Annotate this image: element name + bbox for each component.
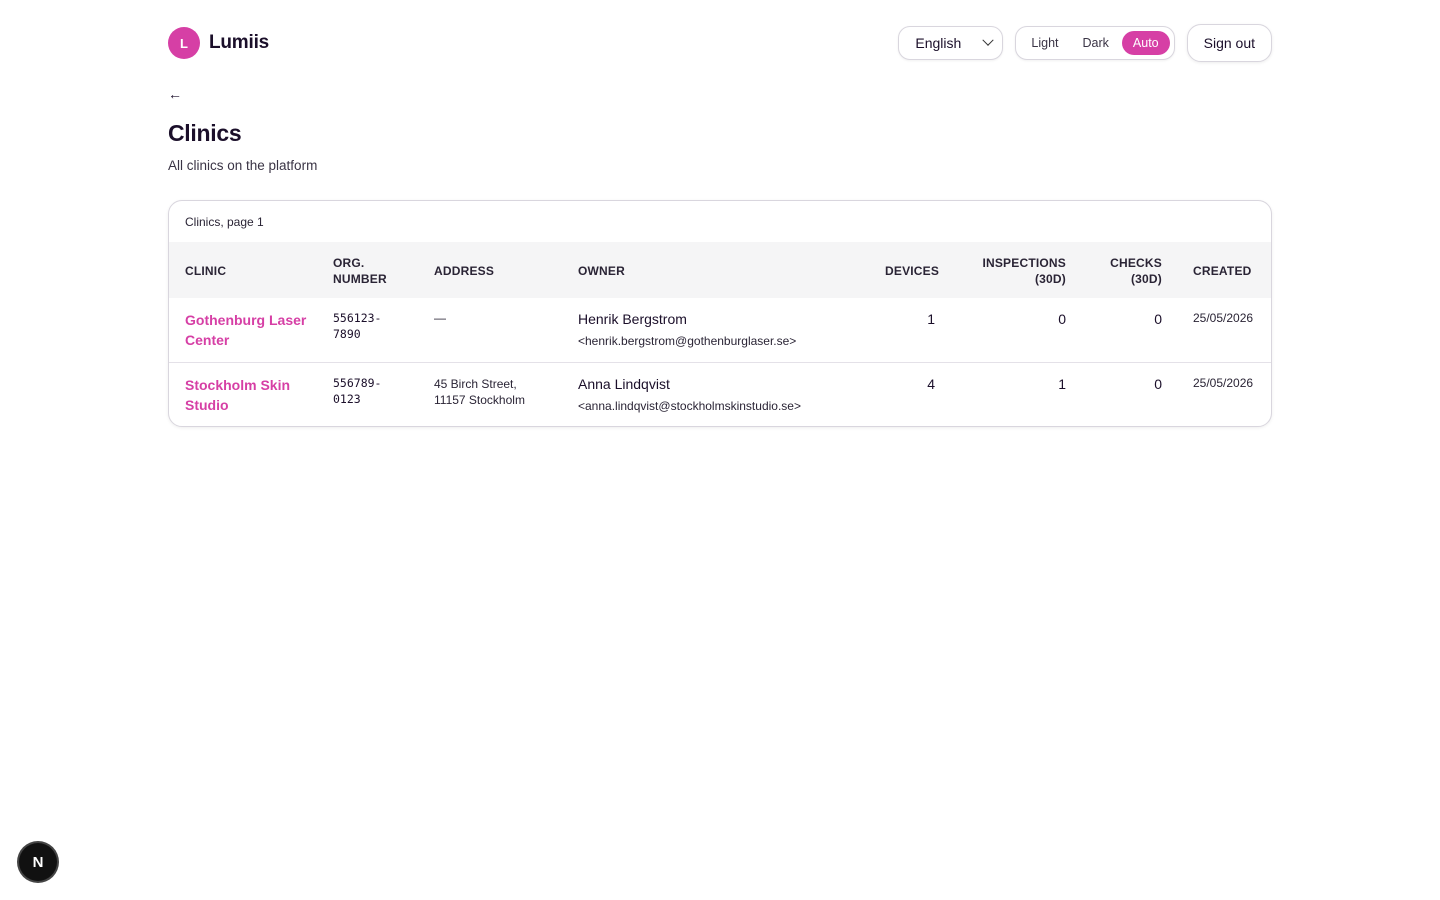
col-inspections: INSPECTIONS (30D) <box>982 256 1066 286</box>
sign-out-button[interactable]: Sign out <box>1186 24 1272 62</box>
table-row[interactable]: Stockholm Skin Studio 556789-0123 45 Bir… <box>169 363 1271 426</box>
created-date: 25/05/2026 <box>1193 376 1254 390</box>
col-devices: DEVICES <box>885 264 940 278</box>
inspections-count: 1 <box>1058 376 1066 392</box>
table-caption: Clinics, page 1 <box>185 215 264 229</box>
devices-count: 1 <box>927 311 935 327</box>
owner-email: <henrik.bergstrom@gothenburglaser.se> <box>578 334 797 348</box>
theme-option-dark[interactable]: Dark <box>1072 31 1120 55</box>
clinic-link[interactable]: Stockholm Skin Studio <box>185 375 315 415</box>
table-row[interactable]: Gothenburg Laser Center 556123-7890 — He… <box>169 298 1271 362</box>
address: 45 Birch Street, 11157 Stockholm <box>434 377 525 407</box>
devices-count: 4 <box>927 376 935 392</box>
clinic-link[interactable]: Gothenburg Laser Center <box>185 310 315 350</box>
col-owner: OWNER <box>578 264 625 278</box>
theme-option-auto[interactable]: Auto <box>1121 31 1170 55</box>
brand-name: Lumiis <box>209 32 270 53</box>
checks-count: 0 <box>1154 311 1162 327</box>
owner-email: <anna.lindqvist@stockholmskinstudio.se> <box>578 399 801 413</box>
header-controls: English Light Dark Auto Sign out <box>898 24 1272 62</box>
org-number: 556789-0123 <box>333 376 382 406</box>
language-select-value: English <box>915 35 962 51</box>
theme-option-light[interactable]: Light <box>1020 31 1069 55</box>
brand-logo: L <box>168 27 200 59</box>
col-clinic: CLINIC <box>185 264 227 278</box>
brand[interactable]: L Lumiis <box>168 27 269 59</box>
inspections-count: 0 <box>1058 311 1066 327</box>
theme-switcher: Light Dark Auto <box>1015 26 1175 60</box>
page-subtitle: All clinics on the platform <box>168 158 318 173</box>
created-date: 25/05/2026 <box>1193 311 1254 325</box>
devtools-badge[interactable]: N <box>19 843 57 881</box>
top-bar: L Lumiis English Light Dark Auto Sign ou… <box>168 24 1272 62</box>
col-created: CREATED <box>1193 264 1252 278</box>
col-address: ADDRESS <box>434 264 495 278</box>
language-select[interactable]: English <box>898 26 1004 60</box>
col-checks: CHECKS (30D) <box>1110 256 1162 286</box>
owner-name: Henrik Bergstrom <box>578 311 687 327</box>
checks-count: 0 <box>1154 376 1162 392</box>
col-org-number: ORG. NUMBER <box>333 256 387 286</box>
clinics-table: Clinics, page 1 CLINIC ORG. NUMBER ADDRE… <box>168 200 1272 427</box>
back-arrow-icon[interactable]: ← <box>168 86 182 102</box>
page-title: Clinics <box>168 120 242 146</box>
table-header: CLINIC ORG. NUMBER ADDRESS OWNER DEVICES… <box>169 242 1271 298</box>
owner-name: Anna Lindqvist <box>578 376 670 392</box>
org-number: 556123-7890 <box>333 311 382 341</box>
chevron-down-icon <box>982 34 995 46</box>
address: — <box>434 311 446 325</box>
